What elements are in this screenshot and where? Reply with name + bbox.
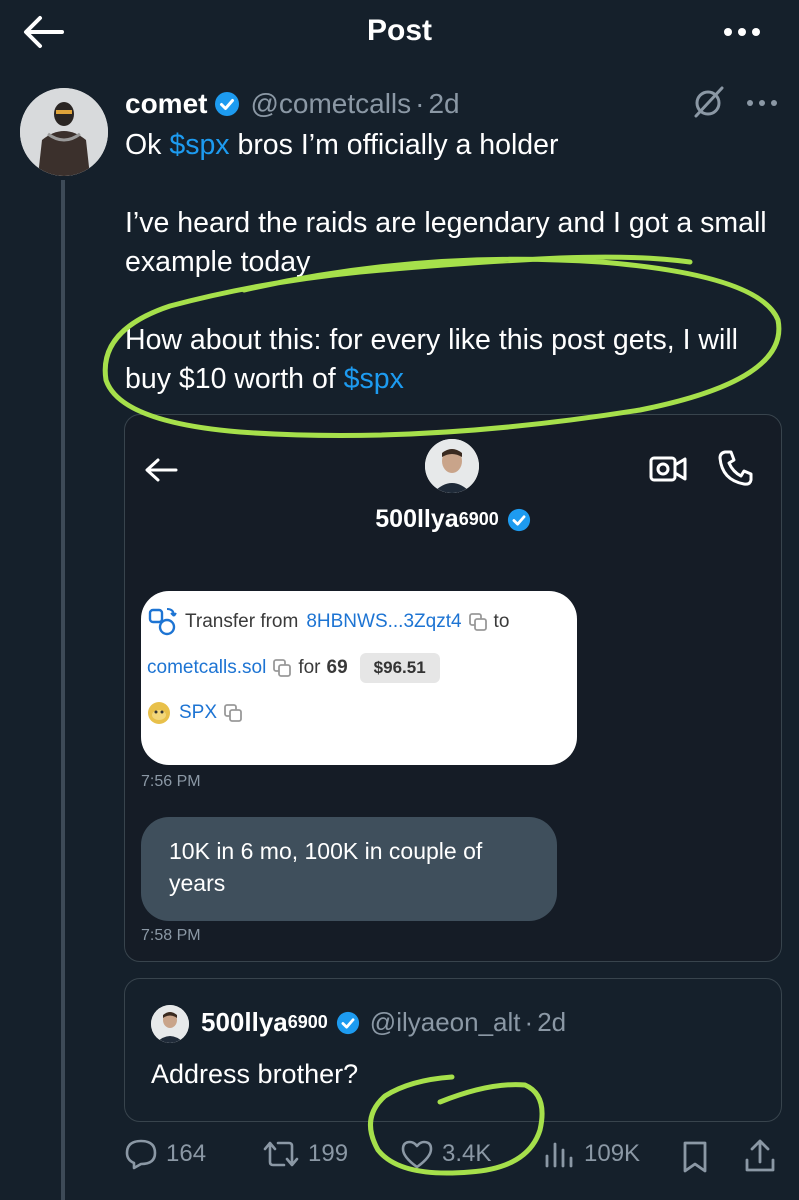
author-name[interactable]: comet — [125, 88, 207, 120]
avatar[interactable] — [20, 88, 108, 176]
copy-icon — [468, 613, 487, 631]
dm-contact-name: 500llya 6900 — [125, 505, 781, 534]
repost-icon — [263, 1141, 299, 1167]
author-name: 500llya — [201, 1007, 288, 1037]
post-age[interactable]: 2d — [428, 88, 459, 120]
message-time: 7:56 PM — [141, 773, 201, 790]
reply-icon — [125, 1139, 157, 1170]
verified-icon — [507, 508, 530, 531]
repost-count: 199 — [308, 1140, 349, 1167]
message-bubble: 10K in 6 mo, 100K in couple of years — [141, 817, 557, 921]
quoted-post[interactable]: 500llya 6900 @ilyaeon_alt · 2d Address br… — [124, 978, 782, 1122]
like-count: 3.4K — [442, 1140, 492, 1167]
video-call-icon — [649, 456, 687, 482]
post-author-row: comet @cometcalls · 2d — [125, 86, 460, 122]
like-button[interactable]: 3.4K — [400, 1138, 491, 1170]
phone-icon — [718, 450, 753, 486]
views-icon — [545, 1142, 573, 1168]
cashtag-link[interactable]: $spx — [344, 363, 404, 395]
quote-text: Address brother? — [151, 1059, 359, 1089]
grok-icon[interactable] — [692, 84, 726, 120]
thread-line — [61, 180, 65, 1200]
embedded-dm-image[interactable]: 500llya 6900 Transfer from 8HBNWS...3Zqzt… — [124, 414, 782, 962]
copy-icon — [273, 659, 292, 677]
author-handle: @ilyaeon_alt — [369, 1007, 521, 1037]
transfer-card: Transfer from 8HBNWS...3Zqzt4 to cometca… — [141, 591, 577, 765]
post-more-icon[interactable] — [744, 88, 780, 118]
post-age: 2d — [537, 1007, 567, 1037]
from-address: 8HBNWS...3Zqzt4 — [306, 611, 462, 632]
transfer-amount: 69 — [326, 657, 348, 678]
to-address: cometcalls.sol — [147, 657, 267, 678]
share-icon[interactable] — [742, 1138, 778, 1174]
post-text: Ok $spx bros I’m officially a holder I’v… — [125, 126, 785, 399]
views-count: 109K — [584, 1140, 641, 1167]
avatar — [425, 439, 479, 493]
token-icon — [148, 702, 170, 724]
token-name: SPX — [179, 702, 218, 723]
back-arrow-icon — [145, 458, 178, 482]
quote-author-row: 500llya 6900 @ilyaeon_alt · 2d — [201, 1007, 567, 1037]
transfer-line-2: cometcalls.sol for 69 $96.51 — [147, 653, 440, 683]
transfer-line-3: SPX — [147, 701, 249, 725]
post-paragraph: How about this: for every like this post… — [125, 324, 739, 395]
message-time: 7:58 PM — [141, 927, 201, 944]
separator-dot: · — [415, 88, 425, 119]
transfer-icon — [148, 608, 177, 636]
verified-icon — [215, 92, 240, 116]
copy-icon — [224, 704, 242, 722]
reply-button[interactable]: 164 — [124, 1138, 206, 1170]
usd-value-pill: $96.51 — [359, 653, 440, 683]
more-icon[interactable] — [718, 12, 766, 52]
action-bar: 164 199 3.4K 109K — [124, 1138, 784, 1178]
page-title: Post — [366, 14, 432, 47]
transfer-line-1: Transfer from 8HBNWS...3Zqzt4 to — [147, 607, 509, 637]
repost-button[interactable]: 199 — [262, 1138, 348, 1170]
like-icon — [401, 1140, 433, 1169]
post-paragraph: I’ve heard the raids are legendary and I… — [125, 207, 767, 278]
avatar — [151, 1005, 189, 1043]
views-button[interactable]: 109K — [542, 1138, 640, 1170]
reply-count: 164 — [166, 1140, 207, 1167]
verified-icon — [336, 1011, 359, 1034]
author-handle[interactable]: @cometcalls — [250, 88, 411, 120]
cashtag-link[interactable]: $spx — [169, 129, 229, 161]
bookmark-icon[interactable] — [680, 1140, 710, 1174]
